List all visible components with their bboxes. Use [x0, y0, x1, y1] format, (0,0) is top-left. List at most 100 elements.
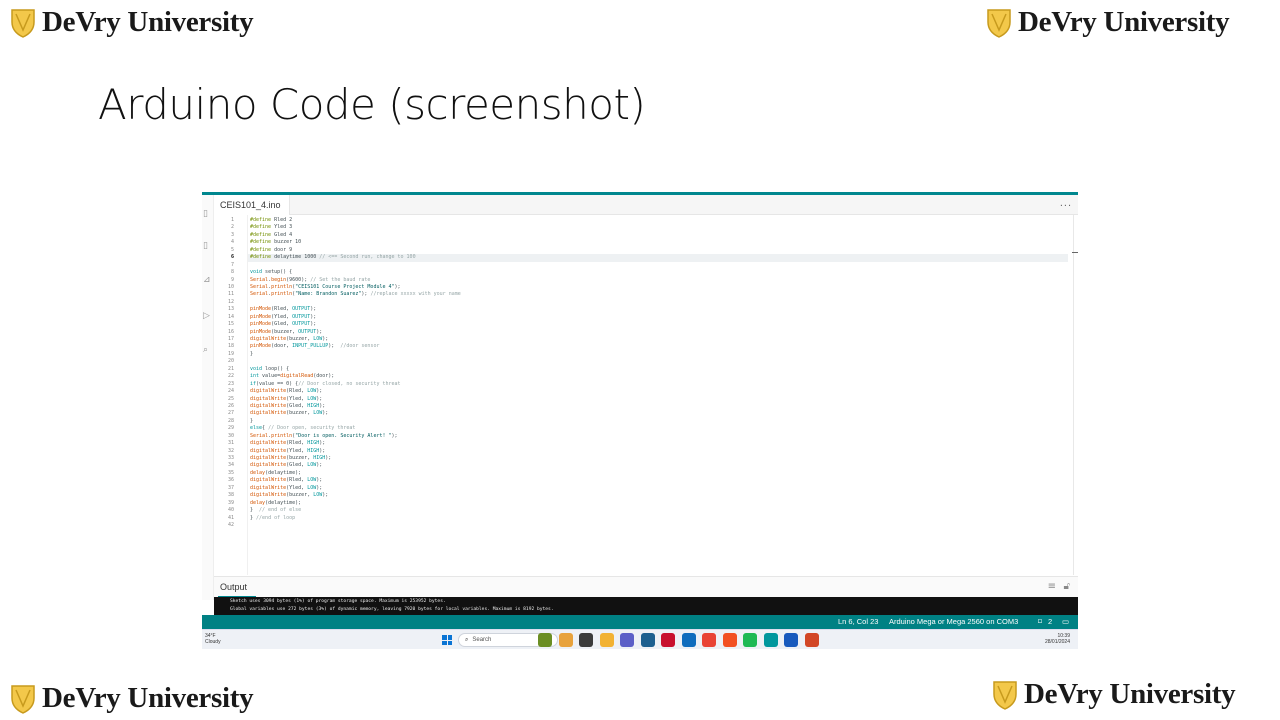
- code-line[interactable]: 29 else{ // Door open, security threat: [228, 425, 1068, 432]
- spotify-icon[interactable]: [743, 633, 757, 647]
- code-text: pinMode(buzzer, OUTPUT);: [250, 328, 323, 335]
- code-text: digitalWrite(buzzer, LOW);: [250, 336, 329, 342]
- code-line[interactable]: 41} //end of loop: [228, 514, 1068, 522]
- lock-icon[interactable]: 🔓︎: [1064, 581, 1070, 592]
- code-line[interactable]: 14 pinMode(Yled, OUTPUT);: [228, 314, 1068, 321]
- code-line[interactable]: 15 pinMode(Gled, OUTPUT);: [228, 321, 1068, 328]
- code-line[interactable]: 12: [228, 299, 1068, 306]
- more-options-icon[interactable]: ...: [1060, 197, 1072, 209]
- code-line[interactable]: 33 digitalWrite(buzzer, HIGH);: [228, 455, 1068, 462]
- code-line[interactable]: 24 digitalWrite(Rled, LOW);: [228, 388, 1068, 395]
- notification-icon[interactable]: ⌑: [1038, 617, 1042, 626]
- code-text: void setup() {: [250, 269, 293, 276]
- line-number: 20: [227, 358, 234, 365]
- code-line[interactable]: 25 digitalWrite(Yled, LOW);: [228, 395, 1068, 403]
- code-line[interactable]: 6 #define delaytime 1000 // <== Second ru…: [231, 254, 1068, 262]
- code-line[interactable]: 23 if(value == 0) {// Door closed, no sec…: [228, 381, 1068, 388]
- debug-icon[interactable]: ▷: [203, 311, 210, 321]
- line-number: 35: [227, 469, 234, 476]
- code-line[interactable]: 2 #define Yled 3: [231, 224, 1068, 231]
- code-line[interactable]: 3 #define Gled 4: [231, 232, 1068, 239]
- code-line[interactable]: 19}: [228, 351, 1068, 358]
- line-number: 22: [227, 373, 234, 380]
- sketchbook-icon[interactable]: ▯: [203, 209, 208, 219]
- code-line[interactable]: 26 digitalWrite(Gled, HIGH);: [228, 403, 1068, 410]
- shield-icon: [11, 684, 35, 714]
- code-line[interactable]: 32 digitalWrite(Yled, HIGH);: [228, 448, 1068, 455]
- powerpoint-icon[interactable]: [804, 633, 819, 647]
- logo-text: DeVry University: [42, 6, 254, 38]
- file-explorer-icon[interactable]: [599, 633, 614, 647]
- code-line[interactable]: 40} // end of else: [228, 507, 1068, 514]
- word-icon[interactable]: [784, 633, 798, 647]
- code-text: Serial.begin(9600); // Set the baud rate: [250, 276, 371, 283]
- search-icon[interactable]: ⌕: [203, 345, 208, 355]
- mcafee-icon[interactable]: [661, 633, 675, 647]
- logo-text: DeVry University: [1018, 6, 1230, 38]
- code-line[interactable]: 20: [228, 358, 1068, 365]
- code-line[interactable]: 11 Serial.println("Name: Brandon Suarez")…: [228, 291, 1068, 298]
- editor-scrollbar[interactable]: [1073, 215, 1074, 575]
- code-line[interactable]: 31 digitalWrite(Rled, HIGH);: [228, 440, 1068, 447]
- code-line[interactable]: 28}: [228, 418, 1068, 425]
- line-number: 39: [227, 499, 234, 506]
- code-text: } //end of loop: [250, 514, 296, 521]
- teams-icon[interactable]: [620, 633, 634, 647]
- code-line[interactable]: 39 delay(delaytime);: [228, 500, 1068, 507]
- code-line[interactable]: 37 digitalWrite(Yled, LOW);: [228, 485, 1068, 492]
- code-line[interactable]: 4 #define buzzer 10: [231, 239, 1068, 246]
- toggle-panel-icon[interactable]: ▭: [1062, 617, 1069, 626]
- office-icon[interactable]: [722, 633, 737, 647]
- line-number: 16: [227, 328, 234, 335]
- code-line[interactable]: 42: [228, 522, 1068, 529]
- line-number: 15: [227, 321, 234, 328]
- code-text: digitalWrite(Gled, LOW);: [250, 462, 323, 469]
- code-line[interactable]: 36 digitalWrite(Rled, LOW);: [228, 477, 1068, 484]
- task-view-icon[interactable]: [579, 633, 593, 647]
- code-text: int value=digitalRead(door);: [250, 373, 335, 380]
- code-line[interactable]: 21 void loop() {: [228, 366, 1068, 373]
- code-line[interactable]: 13 pinMode(Rled, OUTPUT);: [228, 306, 1068, 313]
- code-line[interactable]: 1 #define Rled 2: [231, 217, 1068, 224]
- file-tab[interactable]: CEIS101_4.ino: [214, 195, 290, 215]
- board-port[interactable]: Arduino Mega or Mega 2560 on COM3: [889, 617, 1018, 626]
- code-text: pinMode(door, INPUT_PULLUP); //door sens…: [250, 343, 380, 350]
- code-line[interactable]: 8 void setup() {: [231, 269, 1068, 276]
- arduino-icon[interactable]: [763, 633, 778, 647]
- code-line[interactable]: 18 pinMode(door, INPUT_PULLUP); //door se…: [228, 343, 1068, 350]
- code-text: #define buzzer 10: [250, 239, 302, 246]
- line-number: 37: [227, 484, 234, 491]
- code-text: Serial.println("Door is open. Security A…: [250, 432, 398, 439]
- code-editor[interactable]: 1 #define Rled 2 2 #define Yled 3 3 #define G…: [214, 215, 1078, 575]
- code-line[interactable]: 10 Serial.println("CEIS101 Course Project…: [228, 284, 1068, 291]
- code-line[interactable]: 30 Serial.println("Door is open. Security…: [228, 432, 1068, 440]
- devry-logo: DeVry University: [10, 682, 254, 715]
- edge-icon[interactable]: [681, 633, 696, 647]
- widget-icon[interactable]: [538, 633, 552, 647]
- code-line[interactable]: 7: [231, 262, 1068, 269]
- chrome-icon[interactable]: [702, 633, 716, 647]
- code-line[interactable]: 34 digitalWrite(Gled, LOW);: [228, 462, 1068, 469]
- start-button-icon[interactable]: [442, 635, 452, 645]
- copilot-icon[interactable]: [558, 633, 573, 647]
- weather-condition: Cloudy: [205, 639, 221, 645]
- weather-widget[interactable]: 34°F Cloudy: [205, 633, 221, 645]
- line-number: 25: [227, 395, 234, 402]
- system-clock[interactable]: 10:39 28/01/2024: [1045, 633, 1070, 645]
- clear-output-icon[interactable]: ≡: [1048, 581, 1056, 592]
- library-manager-icon[interactable]: ⊿: [203, 275, 211, 285]
- store-icon[interactable]: [640, 633, 655, 647]
- code-area[interactable]: 1 #define Rled 2 2 #define Yled 3 3 #define G…: [228, 217, 1068, 529]
- code-text: digitalWrite(Yled, LOW);: [250, 395, 323, 402]
- code-text: pinMode(Gled, OUTPUT);: [250, 321, 317, 328]
- code-line[interactable]: 9 Serial.begin(9600); // Set the baud rat…: [231, 276, 1068, 284]
- code-line[interactable]: 38 digitalWrite(buzzer, LOW);: [228, 492, 1068, 499]
- code-line[interactable]: 16 pinMode(buzzer, OUTPUT);: [228, 328, 1068, 336]
- code-line[interactable]: 17 digitalWrite(buzzer, LOW);: [228, 336, 1068, 343]
- boards-manager-icon[interactable]: ▯: [203, 241, 208, 251]
- code-line[interactable]: 27 digitalWrite(buzzer, LOW);: [228, 410, 1068, 417]
- code-line[interactable]: 22 int value=digitalRead(door);: [228, 373, 1068, 380]
- code-line[interactable]: 5 #define door 9: [231, 247, 1068, 254]
- code-line[interactable]: 35 delay(delaytime);: [228, 470, 1068, 477]
- code-text: digitalWrite(buzzer, LOW);: [250, 492, 329, 499]
